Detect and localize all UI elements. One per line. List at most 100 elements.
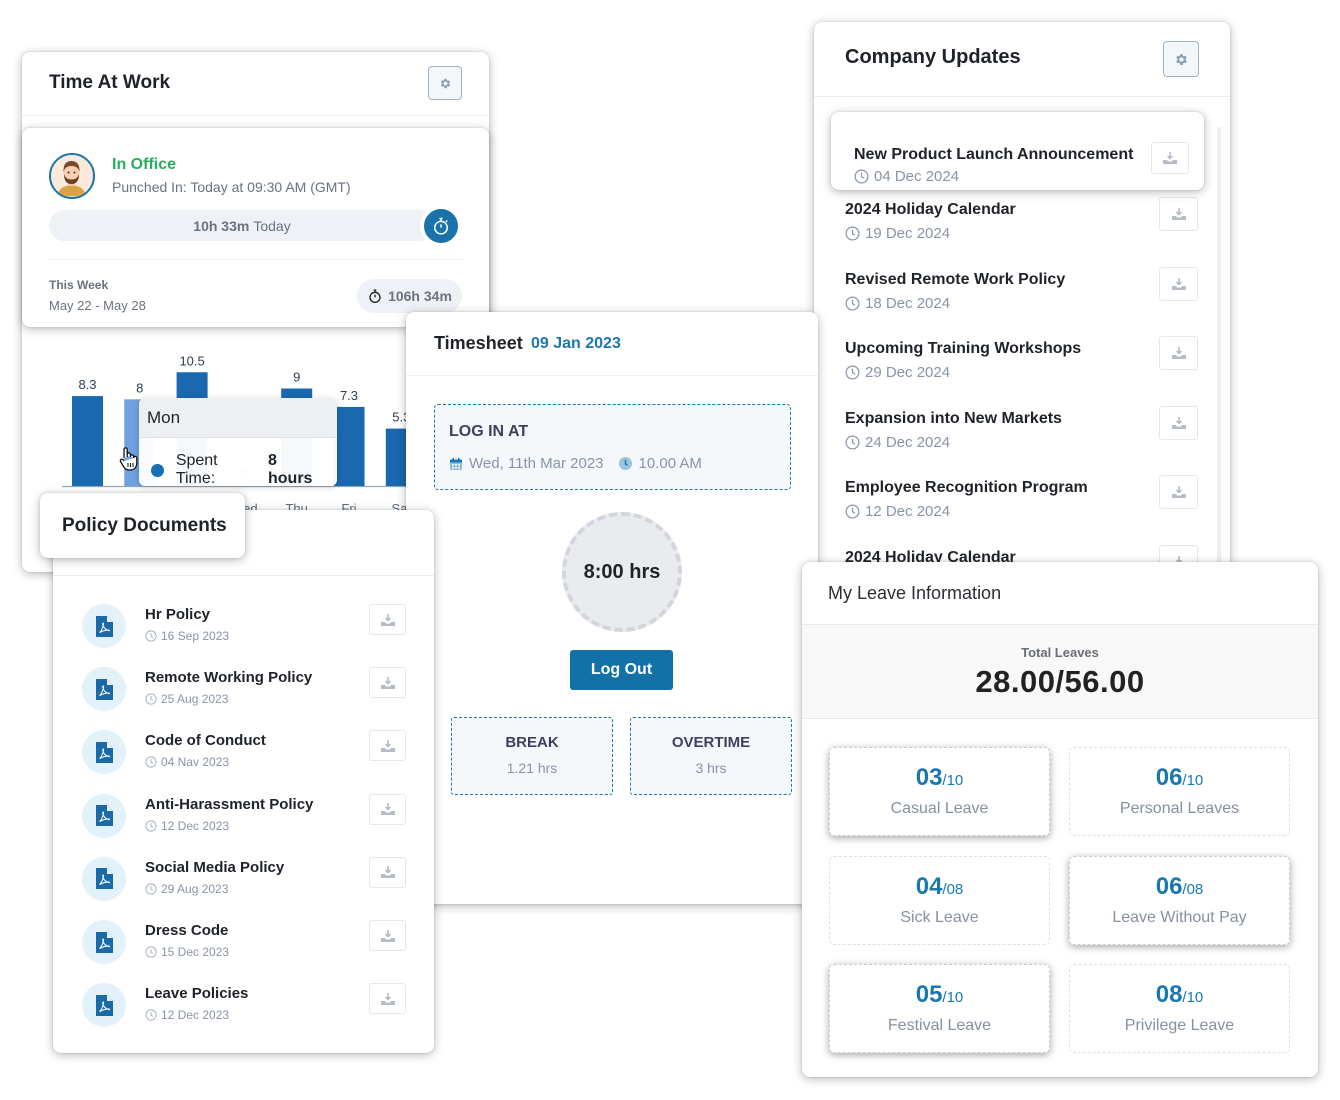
download-button[interactable]: [1159, 197, 1198, 231]
download-button[interactable]: [1159, 475, 1198, 509]
week-total-value: 106h 34m: [388, 288, 452, 304]
download-button[interactable]: [1159, 405, 1198, 440]
company-updates-scrollbar[interactable]: [1217, 127, 1221, 582]
bar-fri[interactable]: [333, 406, 365, 486]
document-date: 25 Aug 2023: [161, 692, 229, 707]
total-leaves-value: 28.00/56.00: [975, 664, 1145, 699]
total-leaves-label: Total Leaves: [1021, 645, 1099, 660]
leave-type: Personal Leaves: [1119, 800, 1240, 817]
update-title: Expansion into New Markets: [845, 409, 1062, 427]
company-update-item[interactable]: Upcoming Training Workshops 29 Dec 2024: [845, 336, 1205, 390]
stopwatch-icon: [369, 289, 381, 303]
policy-document-item[interactable]: Leave Policies 12 Dec 2023: [53, 983, 434, 1043]
week-total-badge: 106h 34m: [357, 279, 462, 313]
today-hours-value: 10h 33m: [193, 217, 250, 234]
leave-tile[interactable]: 03/10 Casual Leave: [829, 747, 1050, 836]
company-update-item-highlighted[interactable]: New Product Launch Announcement 04 Dec 2…: [831, 112, 1204, 190]
policy-document-item[interactable]: Code of Conduct 04 Nav 2023: [53, 730, 434, 790]
leave-used: 03: [915, 764, 943, 791]
pdf-icon: [95, 868, 113, 890]
company-updates-card: Company Updates 2024 Holiday Calendar 19…: [814, 22, 1230, 582]
gear-icon: [1175, 53, 1187, 65]
user-avatar: [49, 153, 95, 199]
download-icon: [380, 803, 395, 816]
download-icon: [1171, 208, 1186, 220]
download-button[interactable]: [369, 667, 406, 699]
policy-document-item[interactable]: Dress Code 15 Dec 2023: [53, 920, 434, 980]
policy-document-item[interactable]: Anti-Harassment Policy 12 Dec 2023: [53, 793, 434, 854]
download-button[interactable]: [369, 920, 406, 951]
bar-sun[interactable]: [72, 396, 103, 486]
policy-document-item[interactable]: Social Media Policy 29 Aug 2023: [53, 856, 434, 917]
leave-tile[interactable]: 06/10 Personal Leaves: [1069, 747, 1290, 836]
download-button[interactable]: [1159, 336, 1198, 370]
divider: [22, 115, 489, 116]
pdf-icon: [95, 931, 113, 953]
break-value: 1.21 hrs: [506, 760, 558, 776]
company-updates-settings-button[interactable]: [1163, 41, 1199, 77]
update-title: Revised Remote Work Policy: [845, 270, 1066, 288]
divider: [406, 375, 818, 376]
company-update-item[interactable]: Revised Remote Work Policy 18 Dec 2024: [845, 266, 1205, 321]
update-title: Employee Recognition Program: [845, 479, 1088, 496]
download-button[interactable]: [369, 793, 406, 825]
company-update-item[interactable]: Expansion into New Markets 24 Dec 2024: [845, 405, 1205, 460]
document-name: Hr Policy: [145, 606, 211, 623]
leave-total: /10: [942, 989, 964, 1006]
data-label: 8.3: [78, 377, 96, 392]
clock-icon: [145, 883, 157, 895]
presence-status: In Office: [112, 156, 177, 173]
leave-tile[interactable]: 05/10 Festival Leave: [829, 964, 1050, 1053]
update-date: 19 Dec 2024: [865, 225, 951, 242]
document-name: Leave Policies: [145, 985, 249, 1003]
company-update-item[interactable]: 2024 Holiday Calendar 19 Dec 2024: [845, 197, 1205, 251]
download-button[interactable]: [1151, 142, 1189, 174]
punch-timer-button[interactable]: [420, 205, 462, 247]
document-date: 16 Sep 2023: [161, 629, 230, 643]
download-button[interactable]: [1159, 266, 1198, 301]
leave-used: 05: [915, 981, 943, 1008]
worked-hours-circle: 8:00 hrs: [562, 512, 682, 632]
leave-total: /10: [1182, 772, 1204, 789]
pdf-icon-badge: [82, 667, 126, 712]
today-hours-bar: 10h 33m Today: [49, 210, 435, 241]
download-icon: [1171, 416, 1186, 429]
company-update-item[interactable]: Employee Recognition Program 12 Dec 2024: [845, 475, 1205, 529]
pdf-icon-badge: [82, 920, 126, 964]
time-at-work-settings-button[interactable]: [428, 66, 462, 100]
document-name: Dress Code: [145, 922, 229, 939]
pdf-icon: [95, 678, 113, 700]
download-button[interactable]: [369, 856, 406, 888]
log-out-button[interactable]: Log Out: [570, 650, 673, 690]
document-date: 12 Dec 2023: [161, 1008, 230, 1023]
data-label: 7.3: [340, 388, 358, 403]
tooltip-value: 8 hours: [268, 452, 313, 486]
policy-document-item[interactable]: Remote Working Policy 25 Aug 2023: [53, 667, 434, 727]
break-label: BREAK: [505, 734, 559, 751]
leave-type: Festival Leave: [887, 1017, 992, 1034]
policy-document-item[interactable]: Hr Policy 16 Sep 2023: [53, 604, 434, 664]
login-info-box: LOG IN AT Wed, 11th Mar 2023 10.00 AM: [434, 404, 791, 490]
leave-total: /10: [942, 772, 964, 789]
leave-tile[interactable]: 04/08 Sick Leave: [829, 855, 1050, 945]
week-range: May 22 - May 28: [49, 298, 146, 313]
divider: [49, 259, 462, 260]
pdf-icon-badge: [82, 983, 126, 1028]
download-icon: [1163, 152, 1177, 164]
document-name: Social Media Policy: [145, 858, 285, 876]
document-name: Remote Working Policy: [145, 669, 313, 687]
total-leaves-summary: Total Leaves 28.00/56.00: [802, 624, 1318, 719]
download-button[interactable]: [369, 983, 406, 1015]
download-button[interactable]: [369, 604, 406, 635]
leave-tile[interactable]: 06/08 Leave Without Pay: [1069, 855, 1290, 945]
leave-tile[interactable]: 08/10 Privilege Leave: [1069, 964, 1290, 1053]
download-button[interactable]: [369, 730, 406, 762]
download-icon: [380, 676, 395, 689]
stopwatch-icon: [434, 217, 448, 235]
document-date: 04 Nav 2023: [161, 755, 230, 770]
pdf-icon-badge: [82, 856, 126, 901]
update-date: 04 Dec 2024: [874, 168, 960, 185]
document-date: 12 Dec 2023: [161, 818, 230, 833]
tooltip-label: Spent Time:: [175, 452, 218, 486]
avatar-illustration: [51, 155, 92, 196]
